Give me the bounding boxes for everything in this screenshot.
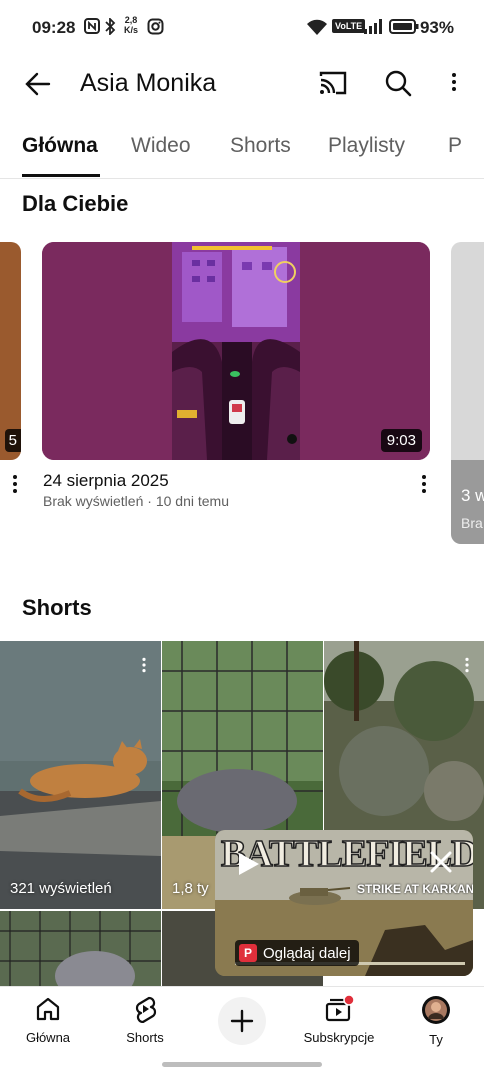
tab-videos[interactable]: Wideo [131,134,191,158]
channel-title: Asia Monika [80,69,217,97]
wifi-icon [307,19,327,35]
video-duration: 9:03 [380,429,422,452]
battery-icon [389,19,419,34]
nav-you[interactable]: Ty [391,995,481,1047]
avatar [422,996,450,1024]
video-title[interactable]: 24 sierpnia 2025 [43,471,169,491]
tab-shorts[interactable]: Shorts [230,134,291,158]
watch-more-button[interactable]: P Oglądaj dalej [235,940,359,966]
video-thumbnail[interactable]: 9:03 [42,242,430,460]
for-you-heading: Dla Ciebie [22,191,129,216]
home-icon [36,997,60,1021]
short-thumbnail[interactable] [0,911,161,986]
search-icon[interactable] [384,69,412,97]
channel-tabs: Główna Wideo Shorts Playlisty P [0,120,484,179]
video-views: Brak wyświetleń [43,493,144,509]
nfc-icon [84,18,100,34]
nav-shorts-label: Shorts [126,1030,164,1045]
mini-player[interactable]: BATTLEFIELD2 STRIKE AT KARKAND P Oglądaj… [215,830,473,976]
cast-icon[interactable] [318,70,348,96]
network-speed: 2,8 K/s [124,15,139,35]
short-menu-icon[interactable] [136,655,152,674]
tab-posts-partial[interactable]: P [448,134,462,158]
status-bar: 09:28 2,8 K/s VoLTE 93% [0,0,484,56]
channel-header: Asia Monika [0,56,484,112]
video-card-peek-right[interactable]: 3 w Bra [451,242,484,544]
video-age: 10 dni temu [155,493,229,509]
play-icon[interactable] [233,850,261,878]
game-screenshot [42,242,430,460]
cat-photo [0,911,161,986]
signal-icon [364,19,382,34]
tab-home[interactable]: Główna [22,134,98,158]
short-menu-icon[interactable] [459,655,475,674]
video-menu-icon[interactable] [5,472,25,496]
plus-icon [230,1009,254,1033]
nav-home-label: Główna [25,1030,71,1045]
video-title-peek: 3 w [461,486,484,505]
shorts-icon [135,996,157,1024]
video-duration: 5 [4,429,21,452]
create-button[interactable] [218,997,266,1045]
subscriptions-icon [325,994,355,1022]
cat-photo [0,641,161,909]
video-meta: Brak wyświetleń · 10 dni temu [43,493,229,509]
instagram-icon [147,18,164,35]
home-indicator[interactable] [162,1062,322,1067]
game-subtitle: STRIKE AT KARKAND [357,882,473,896]
nav-you-label: Ty [429,1032,443,1047]
video-menu-icon[interactable] [414,472,434,496]
meta-separator: · [147,493,152,509]
nav-subscriptions-label: Subskrypcje [303,1030,375,1045]
active-tab-indicator [22,174,100,177]
player-badge: P [239,944,257,962]
video-thumbnail-peek-left[interactable]: 5 [0,242,21,460]
shorts-heading: Shorts [22,595,92,620]
nav-subscriptions[interactable]: Subskrypcje [294,994,384,1045]
notification-dot [343,994,355,1006]
back-arrow-icon[interactable] [24,70,52,98]
bluetooth-icon [105,18,116,35]
watch-more-label: Oglądaj dalej [263,944,351,962]
more-options-icon[interactable] [444,70,464,94]
short-views: 321 wyświetleń [10,880,112,897]
tab-playlists[interactable]: Playlisty [328,134,405,158]
close-icon[interactable] [429,850,453,874]
status-time: 09:28 [32,18,76,37]
nav-shorts[interactable]: Shorts [100,995,190,1045]
video-meta-peek: Bra [461,515,483,531]
battery-level: 93% [419,18,454,37]
volte-badge: VoLTE [332,19,366,33]
short-thumbnail[interactable]: 321 wyświetleń [0,641,161,909]
short-views: 1,8 ty [172,880,209,897]
nav-home[interactable]: Główna [3,995,93,1045]
